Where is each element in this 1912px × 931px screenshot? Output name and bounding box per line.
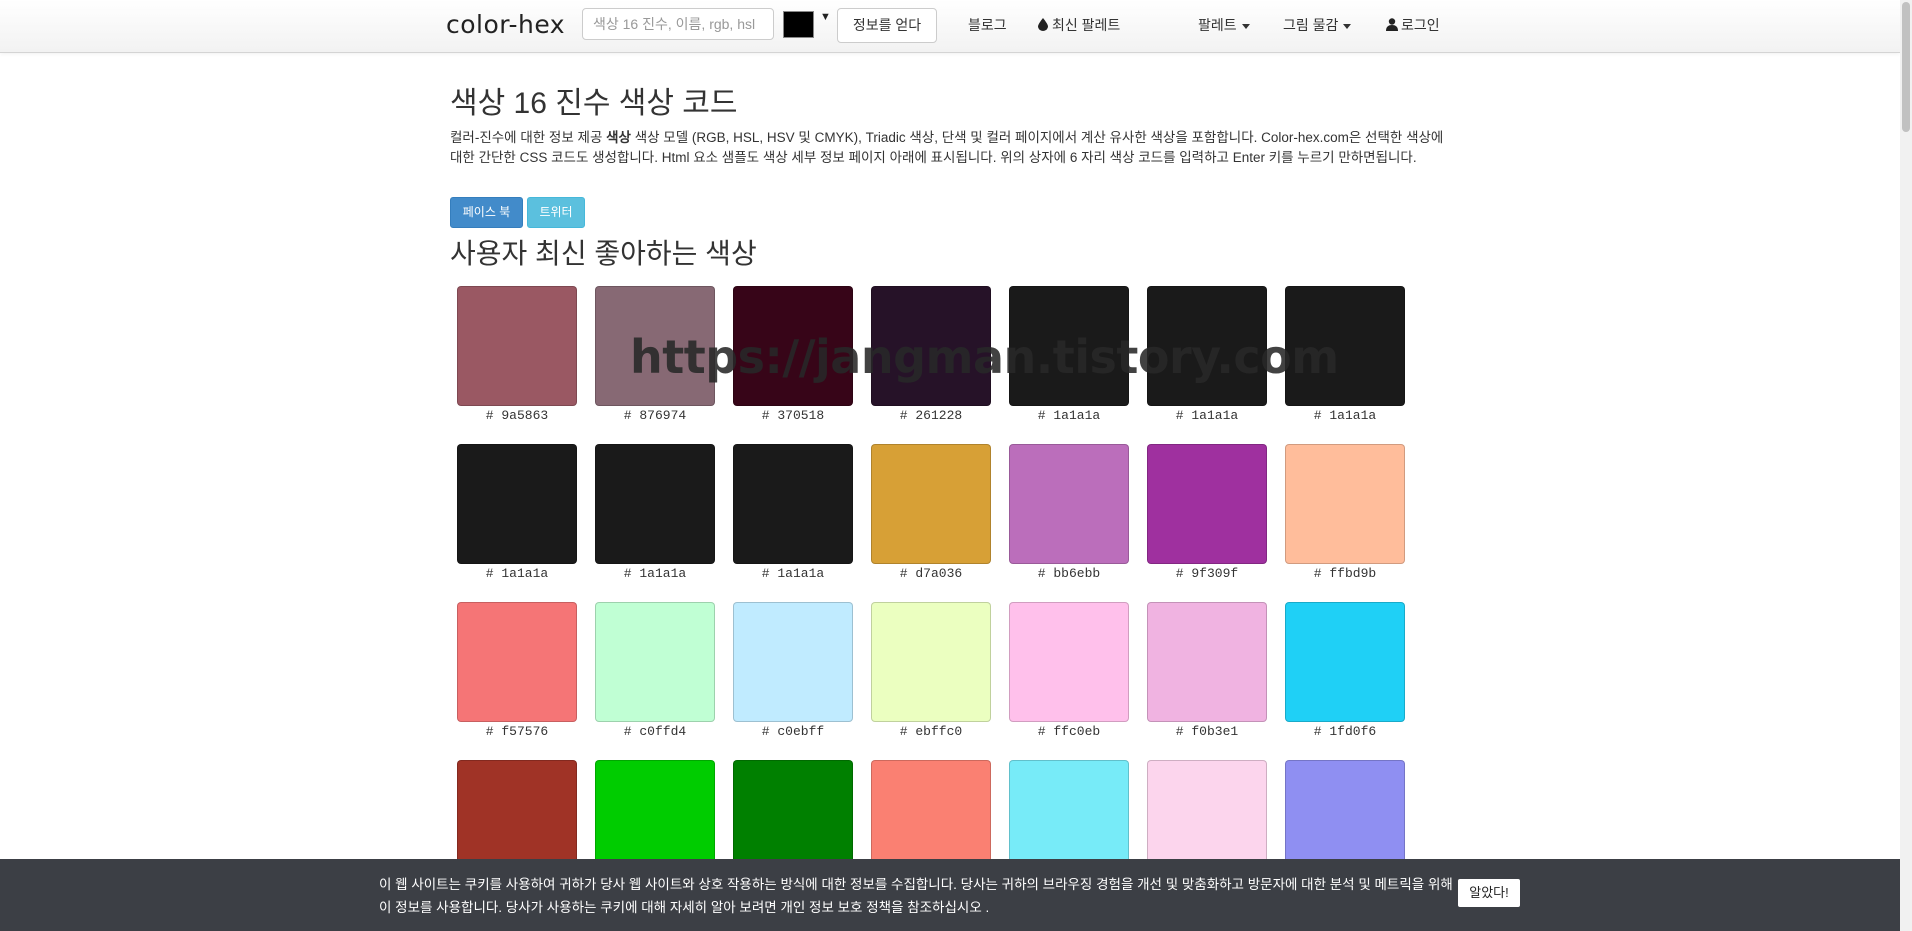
color-swatch[interactable] [595, 444, 715, 564]
color-hex-label[interactable]: # c0ebff [733, 724, 853, 739]
color-hex-label[interactable]: # 9f309f [1147, 566, 1267, 581]
color-swatch[interactable] [1009, 602, 1129, 722]
color-picker-dropdown-icon[interactable]: ▼ [820, 11, 831, 23]
color-swatch[interactable] [1285, 444, 1405, 564]
color-hex-label[interactable]: # d7a036 [871, 566, 991, 581]
nav-latest-palettes-link[interactable]: 최신 팔레트 [1038, 15, 1120, 35]
color-swatch[interactable] [595, 602, 715, 722]
color-card[interactable]: # f0b3e1 [1147, 602, 1267, 739]
color-swatch[interactable] [733, 602, 853, 722]
page-scrollbar-thumb[interactable] [1902, 2, 1910, 132]
color-hex-label[interactable]: # 1a1a1a [1147, 408, 1267, 423]
color-swatch[interactable] [733, 286, 853, 406]
color-card[interactable]: # f57576 [457, 602, 577, 739]
nav-blog-link[interactable]: 블로그 [968, 15, 1007, 35]
color-card[interactable]: # d7a036 [871, 444, 991, 581]
color-hex-label[interactable]: # 1a1a1a [595, 566, 715, 581]
intro-text-start: 컬러-진수에 대한 정보 제공 [450, 130, 607, 145]
color-hex-label[interactable]: # 1a1a1a [1285, 408, 1405, 423]
color-card[interactable]: # 1a1a1a [1009, 286, 1129, 423]
color-card[interactable]: # 9f309f [1147, 444, 1267, 581]
nav-palettes-label: 팔레트 [1198, 17, 1237, 33]
color-swatch[interactable] [871, 286, 991, 406]
color-hex-label[interactable]: # 876974 [595, 408, 715, 423]
color-card[interactable]: # 370518 [733, 286, 853, 423]
nav-palettes-dropdown[interactable]: 팔레트 [1198, 15, 1250, 35]
water-drop-icon [1038, 18, 1048, 31]
color-card[interactable]: # c0ffd4 [595, 602, 715, 739]
nav-login-link[interactable]: 로그인 [1386, 15, 1440, 35]
facebook-share-button[interactable]: 페이스 북 [450, 197, 523, 228]
color-card[interactable]: # 876974 [595, 286, 715, 423]
color-hex-label[interactable]: # 1a1a1a [1009, 408, 1129, 423]
color-swatch[interactable] [733, 444, 853, 564]
page-scrollbar[interactable] [1900, 0, 1912, 931]
nav-login-label: 로그인 [1401, 17, 1440, 33]
color-swatch[interactable] [457, 602, 577, 722]
color-hex-label[interactable]: # ebffc0 [871, 724, 991, 739]
color-swatch[interactable] [457, 286, 577, 406]
caret-down-icon [1343, 23, 1352, 29]
color-card[interactable]: # ffbd9b [1285, 444, 1405, 581]
color-hex-label[interactable]: # 1fd0f6 [1285, 724, 1405, 739]
color-swatch[interactable] [1147, 444, 1267, 564]
color-card[interactable]: # ffc0eb [1009, 602, 1129, 739]
color-swatch[interactable] [1009, 444, 1129, 564]
color-hex-label[interactable]: # f0b3e1 [1147, 724, 1267, 739]
color-card[interactable]: # 1a1a1a [595, 444, 715, 581]
color-hex-label[interactable]: # ffc0eb [1009, 724, 1129, 739]
color-card[interactable]: # 1a1a1a [1147, 286, 1267, 423]
brand-logo[interactable]: color-hex [446, 10, 565, 39]
color-swatch[interactable] [595, 286, 715, 406]
favorite-colors-title: 사용자 최신 좋아하는 색상 [450, 238, 757, 269]
color-swatch[interactable] [871, 444, 991, 564]
color-swatch[interactable] [1147, 286, 1267, 406]
intro-text-bold: 색상 [606, 130, 631, 145]
cookie-consent-text: 이 웹 사이트는 쿠키를 사용하여 귀하가 당사 웹 사이트와 상호 작용하는 … [379, 877, 1453, 915]
cookie-consent-bar: 이 웹 사이트는 쿠키를 사용하여 귀하가 당사 웹 사이트와 상호 작용하는 … [0, 859, 1900, 931]
top-navbar: color-hex ▼ 정보를 얻다 블로그 최신 팔레트 팔레트 그림 물감 … [0, 0, 1900, 53]
get-info-button[interactable]: 정보를 얻다 [837, 8, 937, 43]
color-hex-label[interactable]: # bb6ebb [1009, 566, 1129, 581]
color-card[interactable]: # 1fd0f6 [1285, 602, 1405, 739]
nav-paint-dropdown[interactable]: 그림 물감 [1283, 15, 1352, 35]
twitter-share-button[interactable]: 트위터 [527, 197, 585, 228]
color-hex-label[interactable]: # f57576 [457, 724, 577, 739]
color-swatch[interactable] [1147, 602, 1267, 722]
color-hex-label[interactable]: # 1a1a1a [457, 566, 577, 581]
color-card[interactable]: # c0ebff [733, 602, 853, 739]
intro-paragraph: 컬러-진수에 대한 정보 제공 색상 색상 모델 (RGB, HSL, HSV … [450, 128, 1450, 167]
color-hex-label[interactable]: # 370518 [733, 408, 853, 423]
color-swatch[interactable] [1009, 286, 1129, 406]
color-card[interactable]: # 1a1a1a [733, 444, 853, 581]
color-card[interactable]: # ebffc0 [871, 602, 991, 739]
color-search-input[interactable] [582, 8, 774, 40]
color-hex-label[interactable]: # 9a5863 [457, 408, 577, 423]
user-icon [1386, 18, 1398, 31]
color-picker-swatch[interactable] [783, 11, 814, 38]
color-hex-label[interactable]: # 1a1a1a [733, 566, 853, 581]
color-card[interactable]: # 9a5863 [457, 286, 577, 423]
nav-latest-palettes-label: 최신 팔레트 [1052, 17, 1121, 33]
color-hex-label[interactable]: # ffbd9b [1285, 566, 1405, 581]
caret-down-icon [1241, 23, 1250, 29]
color-swatch[interactable] [871, 602, 991, 722]
cookie-accept-button[interactable]: 알았다! [1458, 879, 1520, 907]
color-card[interactable]: # 1a1a1a [1285, 286, 1405, 423]
color-hex-label[interactable]: # c0ffd4 [595, 724, 715, 739]
color-hex-label[interactable]: # 261228 [871, 408, 991, 423]
color-card[interactable]: # 1a1a1a [457, 444, 577, 581]
nav-paint-label: 그림 물감 [1283, 17, 1339, 33]
color-card[interactable]: # 261228 [871, 286, 991, 423]
color-swatch[interactable] [1285, 602, 1405, 722]
color-swatch[interactable] [457, 444, 577, 564]
page-title: 색상 16 진수 색상 코드 [450, 87, 738, 120]
color-card[interactable]: # bb6ebb [1009, 444, 1129, 581]
nav-blog-label: 블로그 [968, 17, 1007, 33]
color-swatch[interactable] [1285, 286, 1405, 406]
